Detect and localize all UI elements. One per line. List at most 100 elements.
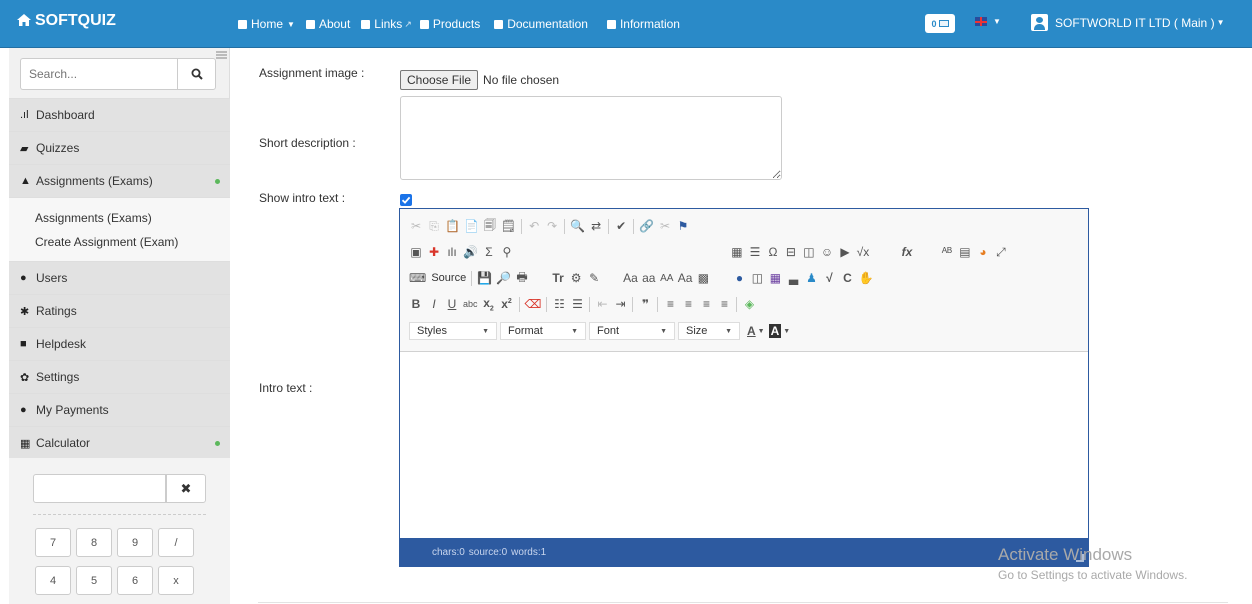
anchor-flag-icon[interactable]: ⚑: [676, 218, 690, 234]
print-icon[interactable]: 🖶: [515, 270, 529, 286]
blockquote-icon[interactable]: ❞: [638, 296, 652, 312]
spellcheck-icon[interactable]: ✔: [614, 218, 628, 234]
search-button[interactable]: [177, 58, 216, 90]
video-icon[interactable]: ▤: [958, 244, 972, 260]
columns-icon[interactable]: ◫: [750, 270, 764, 286]
bulleted-list-icon[interactable]: ☰: [570, 296, 584, 312]
align-right-icon[interactable]: ≡: [699, 296, 713, 312]
chart-icon[interactable]: ılı: [445, 244, 459, 260]
brand-link[interactable]: SOFTQUIZ: [17, 12, 116, 30]
align-justify-icon[interactable]: ≡: [717, 296, 731, 312]
horizontal-line-icon[interactable]: ☰: [748, 244, 762, 260]
paste-special-icon[interactable]: 🗒: [501, 218, 516, 234]
nav-products[interactable]: Products: [419, 17, 480, 31]
copy-icon[interactable]: ⎘: [427, 218, 441, 234]
sidebar-item-my-payments[interactable]: ● My Payments: [9, 393, 230, 426]
search-input[interactable]: [20, 58, 177, 90]
calculator-key-6[interactable]: 6: [117, 566, 153, 595]
lowercase-icon[interactable]: aa: [642, 270, 656, 286]
calculator-key-7[interactable]: 7: [35, 528, 71, 557]
superscript-button[interactable]: x2: [500, 296, 514, 312]
sidebar-item-users[interactable]: ● Users: [9, 261, 230, 294]
messages-button[interactable]: 0: [925, 14, 955, 33]
link-icon[interactable]: 🔗: [639, 218, 654, 234]
format-dropdown[interactable]: Format ▼: [500, 322, 586, 340]
user-menu[interactable]: SOFTWORLD IT LTD ( Main ) ▼: [1031, 14, 1224, 31]
format-painter-icon[interactable]: ✎: [587, 270, 601, 286]
sqrt-icon[interactable]: √: [822, 270, 836, 286]
sidebar-item-settings[interactable]: ✿ Settings: [9, 360, 230, 393]
redo-icon[interactable]: ↷: [545, 218, 559, 234]
underline-button[interactable]: U: [445, 296, 459, 312]
hand-icon[interactable]: ✋: [858, 270, 873, 286]
bold-button[interactable]: B: [409, 296, 423, 312]
background-color-button[interactable]: A ▼: [768, 323, 790, 339]
abbreviation-icon[interactable]: ᴬᴮ: [940, 244, 954, 260]
replace-icon[interactable]: ⇄: [589, 218, 603, 234]
size-dropdown[interactable]: Size ▼: [678, 322, 740, 340]
sidebar-item-dashboard[interactable]: .ıl Dashboard: [9, 98, 230, 131]
language-selector[interactable]: ▼: [975, 17, 1001, 26]
nav-home[interactable]: Home ▼: [238, 17, 295, 31]
language-icon[interactable]: ◈: [742, 296, 756, 312]
youtube-icon[interactable]: ▶: [838, 244, 852, 260]
submenu-item-create-assignment[interactable]: Create Assignment (Exam): [35, 230, 230, 254]
sidebar-item-quizzes[interactable]: ▰ Quizzes: [9, 131, 230, 164]
iframe-icon[interactable]: ◫: [802, 244, 816, 260]
math-formula-icon[interactable]: √x: [856, 244, 870, 260]
editor-content-area[interactable]: [400, 352, 1088, 538]
calculator-clear-button[interactable]: ✖: [166, 474, 206, 503]
plugin-red-icon[interactable]: ✚: [427, 244, 441, 260]
calculator-key-9[interactable]: 9: [117, 528, 153, 557]
gear-icon[interactable]: ⚙: [569, 270, 583, 286]
bars-icon[interactable]: ▃: [786, 270, 800, 286]
calculator-key-multiply[interactable]: x: [158, 566, 194, 595]
align-center-icon[interactable]: ≡: [681, 296, 695, 312]
nav-about[interactable]: About: [305, 17, 350, 31]
subscript-button[interactable]: x2: [482, 296, 496, 312]
qrcode-icon[interactable]: ▩: [696, 270, 710, 286]
indent-icon[interactable]: ⇥: [613, 296, 627, 312]
unlink-icon[interactable]: ✂: [658, 218, 672, 234]
sidebar-item-calculator[interactable]: ▦ Calculator: [9, 426, 230, 459]
case-toggle-icon[interactable]: Aa: [623, 270, 638, 286]
paste-icon[interactable]: 📋: [445, 218, 460, 234]
find-icon[interactable]: 🔍: [570, 218, 585, 234]
smiley-icon[interactable]: ☺: [820, 244, 834, 260]
calculator-key-4[interactable]: 4: [35, 566, 71, 595]
grid-layout-icon[interactable]: ▦: [768, 270, 782, 286]
preview-icon[interactable]: 🔎: [496, 270, 511, 286]
person-icon[interactable]: ♟: [804, 270, 818, 286]
titlecase-icon[interactable]: Aa: [678, 270, 693, 286]
save-icon[interactable]: 💾: [477, 270, 492, 286]
choose-file-button[interactable]: Choose File: [400, 70, 479, 90]
audio-icon[interactable]: 🔊: [463, 244, 478, 260]
styles-dropdown[interactable]: Styles ▼: [409, 322, 497, 340]
calculator-key-8[interactable]: 8: [76, 528, 112, 557]
undo-icon[interactable]: ↶: [527, 218, 541, 234]
sidebar-item-assignments[interactable]: ▲ Assignments (Exams): [9, 164, 230, 197]
sidebar-item-ratings[interactable]: ✱ Ratings: [9, 294, 230, 327]
italic-button[interactable]: I: [427, 296, 441, 312]
short-description-textarea[interactable]: [400, 96, 782, 180]
c-icon[interactable]: C: [840, 270, 854, 286]
uppercase-icon[interactable]: AA: [660, 270, 674, 286]
text-color-button[interactable]: A ▼: [747, 323, 765, 339]
color-wheel-icon[interactable]: ◕: [976, 244, 990, 260]
nav-information[interactable]: Information: [606, 17, 680, 31]
calculator-key-5[interactable]: 5: [76, 566, 112, 595]
page-break-icon[interactable]: ⊟: [784, 244, 798, 260]
show-intro-text-checkbox[interactable]: [400, 194, 412, 206]
paste-word-icon[interactable]: 🗐: [483, 218, 497, 234]
table-icon[interactable]: ▦: [730, 244, 744, 260]
submenu-item-assignments[interactable]: Assignments (Exams): [35, 206, 230, 230]
strikethrough-button[interactable]: abc: [463, 296, 478, 312]
cut-icon[interactable]: ✂: [409, 218, 423, 234]
nav-documentation[interactable]: Documentation: [494, 17, 588, 31]
sidebar-toggle-icon[interactable]: [216, 51, 227, 59]
outdent-icon[interactable]: ⇤: [595, 296, 609, 312]
image-icon[interactable]: ▣: [409, 244, 423, 260]
nav-links[interactable]: Links ↗: [361, 17, 412, 31]
globe-icon[interactable]: ●: [732, 270, 746, 286]
fx-icon[interactable]: fx: [900, 244, 914, 260]
